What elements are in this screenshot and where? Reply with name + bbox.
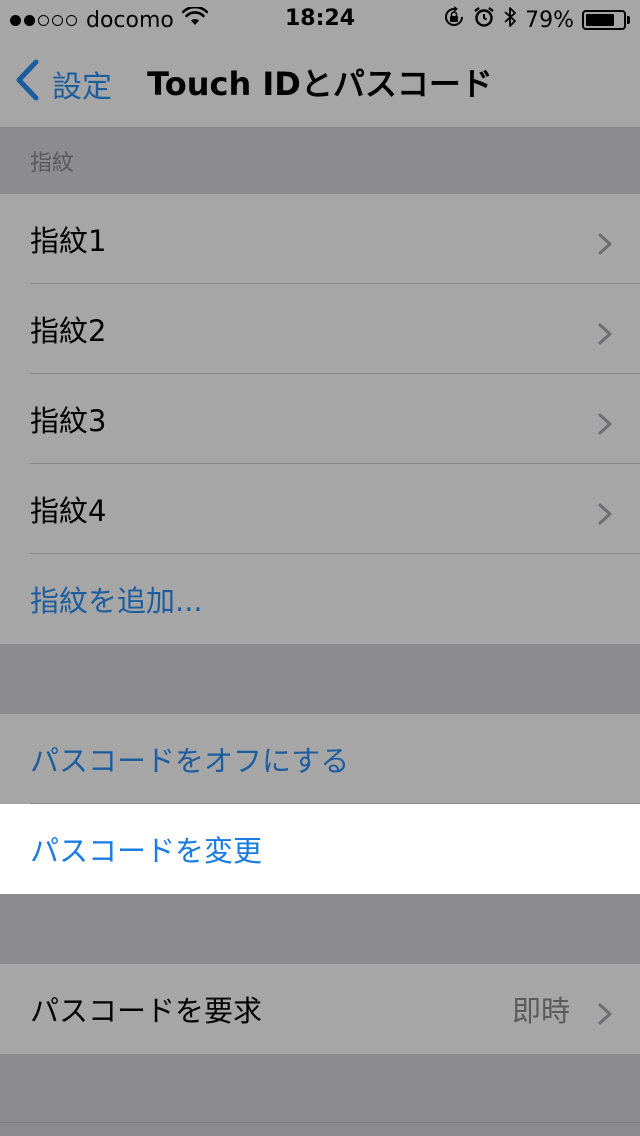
- require-passcode-label: パスコードを要求: [30, 994, 263, 1028]
- turn-off-passcode-label: パスコードをオフにする: [30, 744, 350, 778]
- fingerprint-section-header: 指紋: [30, 151, 75, 176]
- chevron-right-icon: [598, 318, 612, 352]
- require-passcode-value: 即時: [511, 994, 570, 1028]
- fingerprint-cell-3[interactable]: 指紋3: [0, 374, 640, 464]
- fingerprint-label: 指紋1: [30, 224, 107, 258]
- fingerprint-cell-4[interactable]: 指紋4: [0, 464, 640, 554]
- orientation-lock-icon: [443, 6, 465, 34]
- navigation-bar: Touch IDとパスコード 設定: [0, 40, 640, 128]
- fingerprint-cell-1[interactable]: 指紋1: [0, 194, 640, 284]
- fingerprint-label: 指紋2: [30, 314, 107, 348]
- fingerprint-label: 指紋4: [30, 494, 107, 528]
- bluetooth-icon: [503, 6, 517, 34]
- alarm-icon: [473, 6, 495, 34]
- passcode-group: パスコードをオフにする パスコードを変更: [0, 713, 640, 895]
- status-right: 79%: [443, 6, 630, 34]
- chevron-right-icon: [598, 228, 612, 262]
- status-bar: docomo 18:24 79%: [0, 0, 640, 40]
- bottom-divider: [0, 1122, 640, 1123]
- require-passcode-group: パスコードを要求 即時: [0, 963, 640, 1055]
- turn-off-passcode-button[interactable]: パスコードをオフにする: [0, 714, 640, 804]
- battery-percent: 79%: [525, 7, 574, 33]
- require-passcode-cell[interactable]: パスコードを要求 即時: [0, 964, 640, 1054]
- battery-icon: [582, 10, 630, 30]
- add-fingerprint-button[interactable]: 指紋を追加...: [0, 554, 640, 644]
- back-button[interactable]: 設定: [14, 40, 112, 128]
- chevron-right-icon: [598, 998, 612, 1032]
- change-passcode-label: パスコードを変更: [30, 834, 263, 868]
- chevron-right-icon: [598, 498, 612, 532]
- fingerprint-label: 指紋3: [30, 404, 107, 438]
- add-fingerprint-label: 指紋を追加...: [30, 584, 203, 618]
- change-passcode-button[interactable]: パスコードを変更: [0, 804, 640, 894]
- back-label: 設定: [52, 70, 112, 105]
- back-chevron-icon: [14, 59, 52, 109]
- fingerprint-cell-2[interactable]: 指紋2: [0, 284, 640, 374]
- fingerprint-group: 指紋1 指紋2 指紋3 指紋4 指紋を追加...: [0, 193, 640, 645]
- chevron-right-icon: [598, 408, 612, 442]
